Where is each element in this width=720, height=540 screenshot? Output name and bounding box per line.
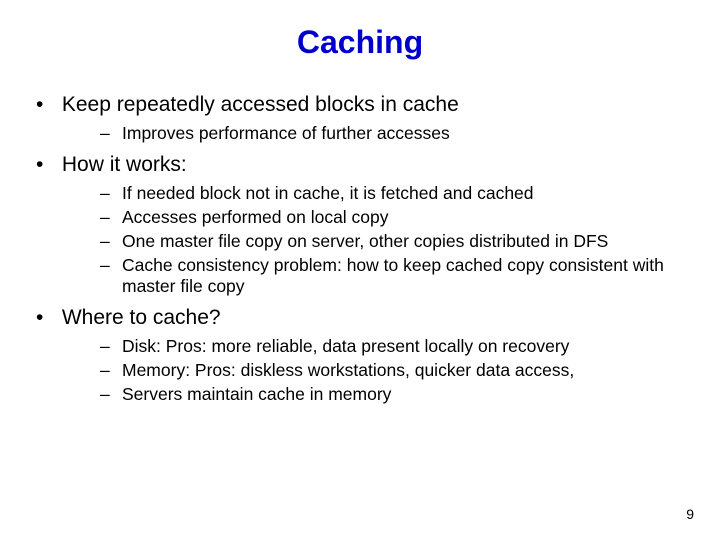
bullet-text: Where to cache? bbox=[62, 306, 221, 329]
sub-item: Disk: Pros: more reliable, data present … bbox=[100, 336, 692, 358]
bullet-list: Keep repeatedly accessed blocks in cache… bbox=[28, 93, 692, 406]
list-item: Where to cache? Disk: Pros: more reliabl… bbox=[56, 306, 692, 406]
list-item: Keep repeatedly accessed blocks in cache… bbox=[56, 93, 692, 145]
page-number: 9 bbox=[686, 506, 694, 522]
sub-list: Improves performance of further accesses bbox=[56, 123, 692, 145]
sub-item: Servers maintain cache in memory bbox=[100, 384, 692, 406]
sub-list: If needed block not in cache, it is fetc… bbox=[56, 183, 692, 298]
sub-item: Cache consistency problem: how to keep c… bbox=[100, 255, 692, 299]
list-item: How it works: If needed block not in cac… bbox=[56, 153, 692, 298]
slide-title: Caching bbox=[28, 24, 692, 61]
sub-item: Accesses performed on local copy bbox=[100, 207, 692, 229]
bullet-text: How it works: bbox=[62, 153, 187, 176]
bullet-text: Keep repeatedly accessed blocks in cache bbox=[62, 93, 459, 116]
sub-item: Improves performance of further accesses bbox=[100, 123, 692, 145]
sub-item: One master file copy on server, other co… bbox=[100, 231, 692, 253]
sub-item: If needed block not in cache, it is fetc… bbox=[100, 183, 692, 205]
sub-item: Memory: Pros: diskless workstations, qui… bbox=[100, 360, 692, 382]
sub-list: Disk: Pros: more reliable, data present … bbox=[56, 336, 692, 406]
